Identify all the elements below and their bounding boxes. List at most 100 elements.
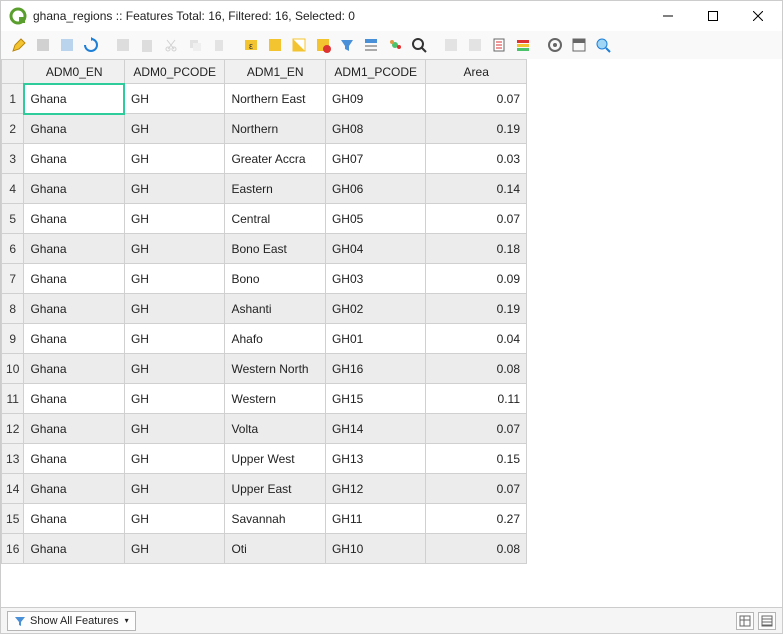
table-row[interactable]: 1GhanaGHNorthern EastGH090.07: [2, 84, 527, 114]
table-row[interactable]: 16GhanaGHOtiGH100.08: [2, 534, 527, 564]
cell[interactable]: 0.18: [426, 234, 527, 264]
column-header[interactable]: Area: [426, 60, 527, 84]
field-calc-icon[interactable]: [488, 34, 510, 56]
cell[interactable]: GH16: [325, 354, 426, 384]
filter-icon[interactable]: [336, 34, 358, 56]
select-all-icon[interactable]: [264, 34, 286, 56]
expression-select-icon[interactable]: ε: [240, 34, 262, 56]
cell[interactable]: 0.04: [426, 324, 527, 354]
cell[interactable]: GH06: [325, 174, 426, 204]
corner-cell[interactable]: [2, 60, 24, 84]
table-row[interactable]: 14GhanaGHUpper EastGH120.07: [2, 474, 527, 504]
cell[interactable]: GH: [124, 414, 225, 444]
cell[interactable]: Ghana: [24, 114, 125, 144]
cell[interactable]: GH04: [325, 234, 426, 264]
cell[interactable]: 0.11: [426, 384, 527, 414]
cell[interactable]: Greater Accra: [225, 144, 326, 174]
add-feature-icon[interactable]: [112, 34, 134, 56]
row-number[interactable]: 15: [2, 504, 24, 534]
filter-mode-button[interactable]: Show All Features ▾: [7, 611, 136, 631]
row-number[interactable]: 3: [2, 144, 24, 174]
cell[interactable]: GH05: [325, 204, 426, 234]
cell[interactable]: GH02: [325, 294, 426, 324]
cell[interactable]: 0.27: [426, 504, 527, 534]
cell[interactable]: GH11: [325, 504, 426, 534]
cell[interactable]: GH01: [325, 324, 426, 354]
column-header[interactable]: ADM0_EN: [24, 60, 125, 84]
cell[interactable]: 0.19: [426, 294, 527, 324]
table-row[interactable]: 4GhanaGHEasternGH060.14: [2, 174, 527, 204]
cell[interactable]: GH: [124, 444, 225, 474]
cell[interactable]: GH: [124, 234, 225, 264]
table-row[interactable]: 15GhanaGHSavannahGH110.27: [2, 504, 527, 534]
cell[interactable]: GH: [124, 384, 225, 414]
cell[interactable]: Central: [225, 204, 326, 234]
row-number[interactable]: 12: [2, 414, 24, 444]
cell[interactable]: Oti: [225, 534, 326, 564]
table-row[interactable]: 5GhanaGHCentralGH050.07: [2, 204, 527, 234]
cell[interactable]: 0.07: [426, 84, 527, 114]
row-number[interactable]: 1: [2, 84, 24, 114]
cell[interactable]: Northern East: [225, 84, 326, 114]
identify-icon[interactable]: [592, 34, 614, 56]
cell[interactable]: Ghana: [24, 84, 125, 114]
row-number[interactable]: 16: [2, 534, 24, 564]
column-header[interactable]: ADM0_PCODE: [124, 60, 225, 84]
cell[interactable]: Ghana: [24, 324, 125, 354]
row-number[interactable]: 7: [2, 264, 24, 294]
cell[interactable]: GH: [124, 534, 225, 564]
refresh-icon[interactable]: [80, 34, 102, 56]
cell[interactable]: GH15: [325, 384, 426, 414]
cell[interactable]: Ghana: [24, 414, 125, 444]
cell[interactable]: Bono: [225, 264, 326, 294]
row-number[interactable]: 9: [2, 324, 24, 354]
attribute-table-container[interactable]: ADM0_EN ADM0_PCODE ADM1_EN ADM1_PCODE Ar…: [1, 59, 782, 607]
row-number[interactable]: 13: [2, 444, 24, 474]
cell[interactable]: Ghana: [24, 144, 125, 174]
cell[interactable]: Ghana: [24, 264, 125, 294]
table-row[interactable]: 7GhanaGHBonoGH030.09: [2, 264, 527, 294]
maximize-button[interactable]: [690, 2, 735, 30]
cell[interactable]: Ahafo: [225, 324, 326, 354]
save-edits-icon[interactable]: [56, 34, 78, 56]
cell[interactable]: GH: [124, 144, 225, 174]
cell[interactable]: GH: [124, 294, 225, 324]
cell[interactable]: Upper West: [225, 444, 326, 474]
cell[interactable]: 0.07: [426, 474, 527, 504]
cell[interactable]: Ghana: [24, 294, 125, 324]
cell[interactable]: GH10: [325, 534, 426, 564]
cell[interactable]: GH03: [325, 264, 426, 294]
row-number[interactable]: 2: [2, 114, 24, 144]
cell[interactable]: Western: [225, 384, 326, 414]
row-number[interactable]: 10: [2, 354, 24, 384]
cell[interactable]: GH13: [325, 444, 426, 474]
pencil-icon[interactable]: [8, 34, 30, 56]
table-row[interactable]: 13GhanaGHUpper WestGH130.15: [2, 444, 527, 474]
cell[interactable]: GH: [124, 474, 225, 504]
column-header[interactable]: ADM1_PCODE: [325, 60, 426, 84]
cell[interactable]: GH07: [325, 144, 426, 174]
cell[interactable]: 0.07: [426, 204, 527, 234]
form-view-button[interactable]: [736, 612, 754, 630]
cell[interactable]: Ghana: [24, 534, 125, 564]
cell[interactable]: 0.14: [426, 174, 527, 204]
row-number[interactable]: 8: [2, 294, 24, 324]
cell[interactable]: Eastern: [225, 174, 326, 204]
table-row[interactable]: 8GhanaGHAshantiGH020.19: [2, 294, 527, 324]
table-row[interactable]: 6GhanaGHBono EastGH040.18: [2, 234, 527, 264]
cell[interactable]: GH: [124, 174, 225, 204]
cell[interactable]: Savannah: [225, 504, 326, 534]
conditional-format-icon[interactable]: [512, 34, 534, 56]
deselect-icon[interactable]: [312, 34, 334, 56]
cell[interactable]: GH: [124, 114, 225, 144]
zoom-to-icon[interactable]: [408, 34, 430, 56]
cell[interactable]: 0.08: [426, 534, 527, 564]
cell[interactable]: GH14: [325, 414, 426, 444]
cell[interactable]: 0.09: [426, 264, 527, 294]
move-top-icon[interactable]: [360, 34, 382, 56]
table-row[interactable]: 12GhanaGHVoltaGH140.07: [2, 414, 527, 444]
table-row[interactable]: 10GhanaGHWestern NorthGH160.08: [2, 354, 527, 384]
cell[interactable]: GH08: [325, 114, 426, 144]
cell[interactable]: Ghana: [24, 354, 125, 384]
cell[interactable]: GH: [124, 504, 225, 534]
